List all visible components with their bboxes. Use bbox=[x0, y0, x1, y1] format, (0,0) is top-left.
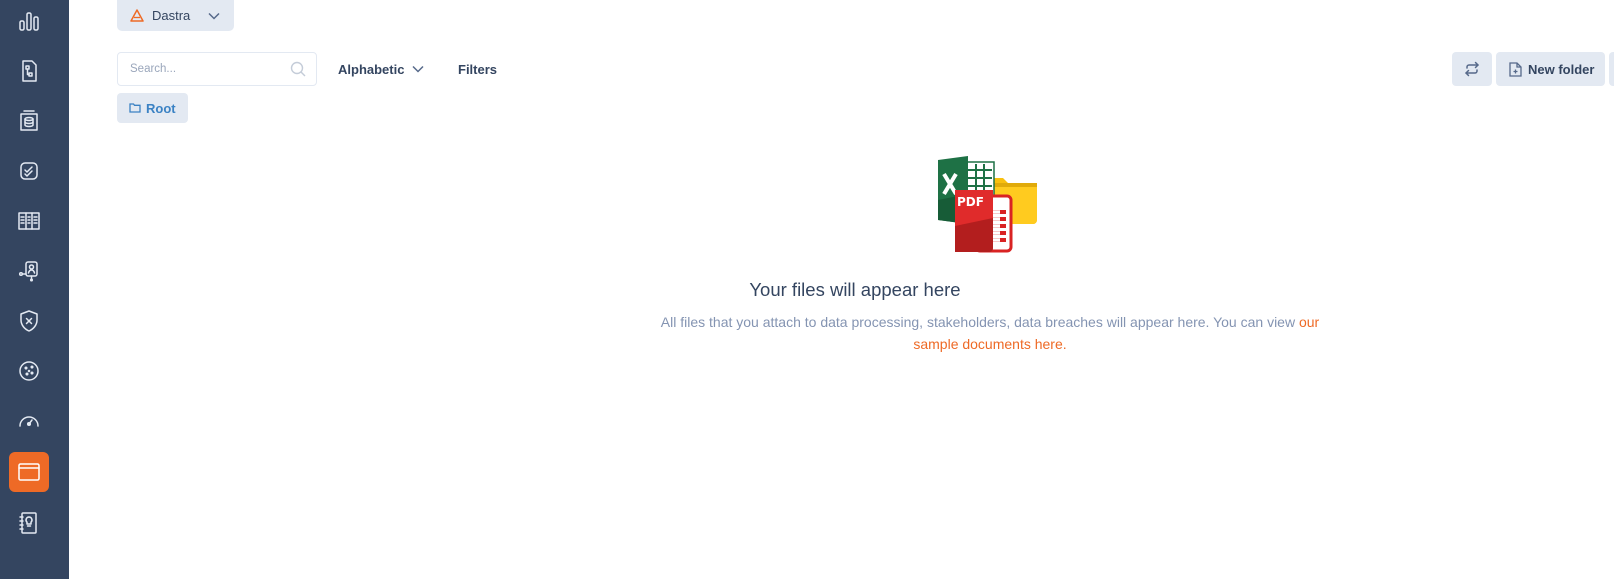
folder-files-icon bbox=[18, 463, 40, 481]
pdf-file-icon: PDF bbox=[955, 190, 1013, 253]
sidebar-item-registers[interactable] bbox=[9, 101, 49, 141]
sidebar-item-dashboard[interactable] bbox=[9, 1, 49, 41]
sidebar-item-breaches[interactable] bbox=[9, 301, 49, 341]
empty-state-title-wrap: Your files will appear here bbox=[0, 279, 1614, 301]
chevron-down-icon bbox=[412, 65, 424, 73]
gauge-icon bbox=[19, 416, 39, 427]
breadcrumb-root-label: Root bbox=[146, 100, 176, 116]
sync-button[interactable] bbox=[1452, 52, 1492, 86]
sidebar-item-audits[interactable] bbox=[9, 401, 49, 441]
table-grid-icon bbox=[18, 212, 40, 230]
organization-selector[interactable]: Dastra bbox=[117, 0, 234, 31]
filters-button[interactable]: Filters bbox=[458, 60, 497, 78]
dastra-logo-icon bbox=[130, 9, 144, 22]
chevron-down-icon bbox=[208, 12, 220, 20]
app-root: Dastra Alphabetic Filters New folder Roo… bbox=[0, 0, 1614, 579]
new-folder-label: New folder bbox=[1528, 61, 1595, 77]
sidebar-item-files[interactable] bbox=[9, 452, 49, 492]
empty-state-title: Your files will appear here bbox=[749, 279, 961, 300]
new-file-icon bbox=[1509, 61, 1522, 77]
pdf-badge-text: PDF bbox=[957, 195, 984, 209]
sort-dropdown[interactable]: Alphabetic bbox=[338, 60, 424, 78]
sidebar-item-knowledge[interactable] bbox=[9, 503, 49, 543]
process-document-icon bbox=[22, 60, 37, 82]
more-actions-button[interactable] bbox=[1609, 52, 1614, 86]
shield-x-icon bbox=[20, 310, 38, 332]
bar-chart-icon bbox=[19, 12, 39, 31]
sidebar-item-actions[interactable] bbox=[9, 151, 49, 191]
checklist-icon bbox=[20, 162, 38, 180]
empty-state-description: All files that you attach to data proces… bbox=[660, 311, 1320, 355]
sidebar-item-processing[interactable] bbox=[9, 51, 49, 91]
sync-arrows-icon bbox=[1465, 61, 1479, 77]
organization-name: Dastra bbox=[152, 8, 191, 23]
new-folder-button[interactable]: New folder bbox=[1496, 52, 1605, 86]
filters-label: Filters bbox=[458, 61, 498, 77]
search-input[interactable] bbox=[130, 63, 290, 75]
sort-label: Alphabetic bbox=[338, 61, 405, 77]
files-illustration: PDF bbox=[938, 156, 1037, 253]
breadcrumb-root[interactable]: Root bbox=[117, 93, 188, 123]
empty-state-description-text: All files that you attach to data proces… bbox=[660, 314, 1299, 330]
cookie-icon bbox=[19, 361, 39, 381]
database-register-icon bbox=[20, 110, 38, 131]
sidebar-item-cookies[interactable] bbox=[9, 351, 49, 391]
lightbulb-book-icon bbox=[19, 512, 37, 534]
search-icon[interactable] bbox=[290, 61, 306, 77]
search-box bbox=[117, 52, 317, 86]
folder-icon bbox=[129, 103, 141, 113]
sidebar-item-tables[interactable] bbox=[9, 201, 49, 241]
